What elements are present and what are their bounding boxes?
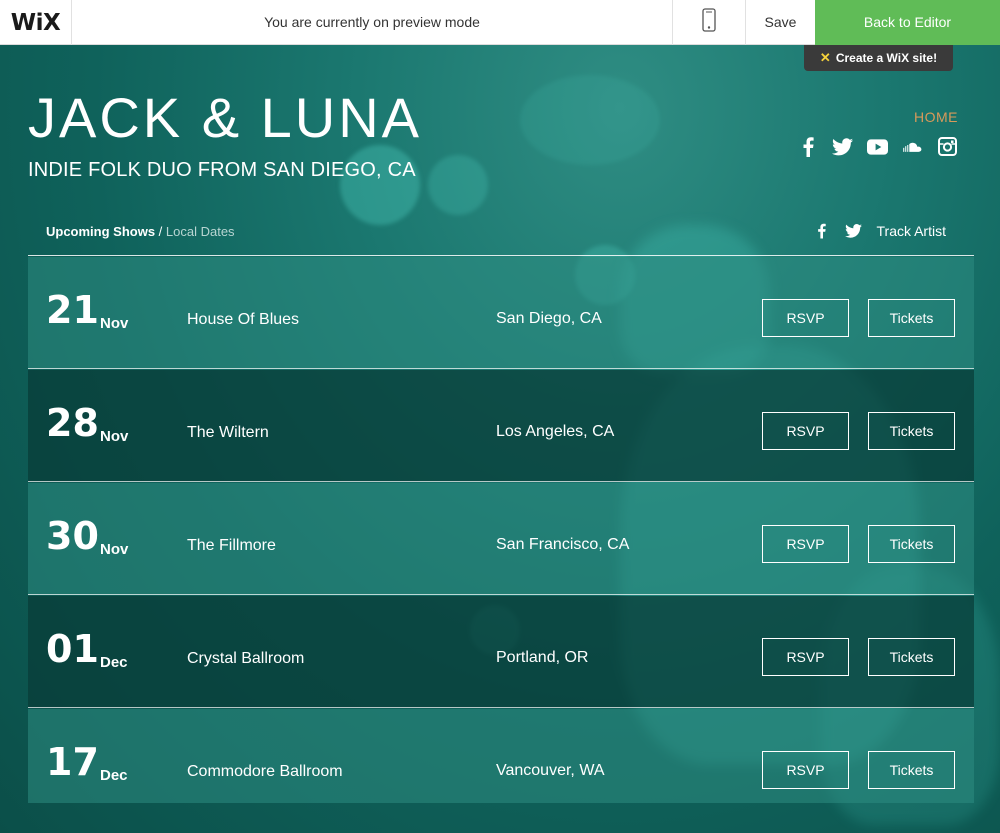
show-row: 17 Dec Commodore Ballroom Vancouver, WA … (28, 709, 974, 803)
site-title: JACK & LUNA (28, 86, 422, 149)
rsvp-button[interactable]: RSVP (762, 638, 849, 676)
show-row: 30 Nov The Fillmore San Francisco, CA RS… (28, 483, 974, 595)
facebook-icon[interactable] (797, 136, 818, 157)
soundcloud-icon[interactable] (902, 136, 923, 157)
instagram-icon[interactable] (937, 136, 958, 157)
wix-star-icon: ✕ (819, 50, 831, 65)
tickets-button[interactable]: Tickets (868, 638, 955, 676)
shows-share-bar: Track Artist (813, 222, 947, 240)
show-day: 30 (46, 514, 99, 558)
show-city: Portland, OR (496, 649, 589, 666)
rsvp-button[interactable]: RSVP (762, 525, 849, 563)
rsvp-button[interactable]: RSVP (762, 299, 849, 337)
title-separator: / (155, 224, 166, 239)
tickets-button[interactable]: Tickets (868, 751, 955, 789)
tickets-button[interactable]: Tickets (868, 525, 955, 563)
show-day: 21 (46, 288, 99, 332)
show-month: Dec (100, 654, 128, 671)
social-links (797, 136, 958, 157)
tickets-button[interactable]: Tickets (868, 299, 955, 337)
show-venue: House Of Blues (187, 311, 300, 328)
back-to-editor-button[interactable]: Back to Editor (815, 0, 1000, 45)
create-wix-site-badge[interactable]: ✕ Create a WiX site! (804, 45, 953, 71)
show-month: Nov (100, 428, 129, 445)
show-month: Nov (100, 541, 129, 558)
show-day: 01 (46, 627, 99, 671)
twitter-icon[interactable] (845, 222, 863, 240)
show-city: Vancouver, WA (496, 762, 605, 779)
wix-logo[interactable]: WiX (0, 0, 72, 45)
facebook-icon[interactable] (813, 222, 831, 240)
show-city: Los Angeles, CA (496, 423, 615, 440)
show-venue: Commodore Ballroom (187, 763, 343, 780)
save-button[interactable]: Save (746, 0, 815, 45)
show-venue: The Wiltern (187, 424, 269, 441)
show-venue: The Fillmore (187, 537, 276, 554)
show-month: Dec (100, 767, 128, 784)
rsvp-button[interactable]: RSVP (762, 751, 849, 789)
shows-widget-header: Upcoming Shows / Local Dates Track Artis… (28, 214, 974, 256)
tickets-button[interactable]: Tickets (868, 412, 955, 450)
show-venue: Crystal Ballroom (187, 650, 305, 667)
shows-title: Upcoming Shows / Local Dates (46, 224, 235, 239)
show-city: San Francisco, CA (496, 536, 630, 553)
twitter-icon[interactable] (832, 136, 853, 157)
upcoming-shows-label: Upcoming Shows (46, 224, 156, 239)
show-row: 21 Nov House Of Blues San Diego, CA RSVP… (28, 257, 974, 369)
preview-mode-notice: You are currently on preview mode (264, 14, 480, 30)
nav-home-link[interactable]: HOME (914, 109, 958, 125)
rsvp-button[interactable]: RSVP (762, 412, 849, 450)
site-tagline: INDIE FOLK DUO FROM SAN DIEGO, CA (28, 159, 416, 181)
show-day: 17 (46, 740, 99, 784)
show-day: 28 (46, 401, 99, 445)
local-dates-label[interactable]: Local Dates (166, 224, 235, 239)
show-row: 28 Nov The Wiltern Los Angeles, CA RSVP … (28, 370, 974, 482)
show-city: San Diego, CA (496, 310, 602, 327)
track-artist-link[interactable]: Track Artist (877, 223, 947, 239)
create-wix-site-label: Create a WiX site! (835, 51, 938, 65)
youtube-icon[interactable] (867, 136, 888, 157)
preview-toolbar: WiX You are currently on preview mode Sa… (0, 0, 1000, 45)
show-row: 01 Dec Crystal Ballroom Portland, OR RSV… (28, 596, 974, 708)
mobile-view-button[interactable] (672, 0, 746, 45)
show-month: Nov (100, 315, 129, 332)
mobile-phone-icon (702, 8, 716, 37)
